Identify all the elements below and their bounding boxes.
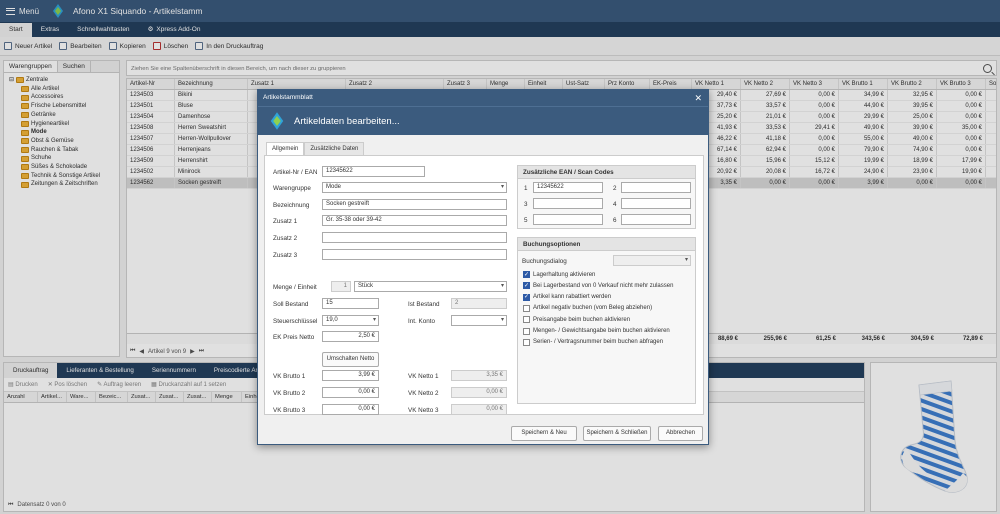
ek-label: EK Preis Netto <box>273 334 315 341</box>
cancel-button[interactable]: Abbrechen <box>658 426 703 441</box>
booking-options-box: Buchungsoptionen Buchungsdialog ✓Lagerha… <box>517 237 696 404</box>
ean-label: 6 <box>613 217 617 224</box>
warengruppe-label: Warengruppe <box>273 185 311 192</box>
booking-option-checkbox[interactable]: ✓ Bei Lagerbestand von 0 Verkauf nicht me… <box>523 282 674 290</box>
booking-option-checkbox[interactable]: Mengen- / Gewichtsangabe beim buchen akt… <box>523 327 670 335</box>
toggle-net-button[interactable]: Umschalten Netto <box>322 352 379 367</box>
menge-field[interactable]: 1 <box>331 281 351 292</box>
ean-label: 3 <box>524 201 528 208</box>
booking-option-checkbox[interactable]: Serien- / Vertragsnummer beim buchen abf… <box>523 338 664 346</box>
ean-box-title: Zusätzliche EAN / Scan Codes <box>518 166 695 179</box>
close-icon[interactable]: ✕ <box>694 90 702 106</box>
steuer-label: Steuerschlüssel <box>273 318 318 325</box>
tab-zusaetzliche-daten[interactable]: Zusätzliche Daten <box>304 142 365 155</box>
vkn2-label: VK Netto 2 <box>408 390 439 397</box>
vkn1-label: VK Netto 1 <box>408 373 439 380</box>
dialog-titlebar: Artikelstammblatt ✕ <box>258 90 708 106</box>
booking-option-checkbox[interactable]: ✓ Artikel kann rabattiert werden <box>523 293 612 301</box>
ean-label: 2 <box>613 185 617 192</box>
soll-label: Soll Bestand <box>273 301 309 308</box>
konto-select[interactable] <box>451 315 507 326</box>
dialog-form: Artikel-Nr / EAN 12345622 Warengruppe Mo… <box>264 155 704 415</box>
konto-label: Int. Konto <box>408 318 435 325</box>
booking-option-label: Mengen- / Gewichtsangabe beim buchen akt… <box>533 328 670 334</box>
app-logo-icon <box>270 112 284 130</box>
zusatz3-label: Zusatz 3 <box>273 252 298 259</box>
zusatz3-field[interactable] <box>322 249 507 260</box>
ean-label: 1 <box>524 185 528 192</box>
bezeichnung-label: Bezeichnung <box>273 202 310 209</box>
menge-label: Menge / Einheit <box>273 284 317 291</box>
article-dialog: Artikelstammblatt ✕ Artikeldaten bearbei… <box>257 89 709 445</box>
dialog-heading: Artikeldaten bearbeiten... <box>294 115 400 127</box>
einheit-select[interactable]: Stück <box>354 281 507 292</box>
vkn2-field: 0,00 € <box>451 387 507 398</box>
dialog-window-title: Artikelstammblatt <box>263 94 313 101</box>
zusatz2-label: Zusatz 2 <box>273 235 298 242</box>
vkb1-field[interactable]: 3,99 € <box>322 370 379 381</box>
booking-option-checkbox[interactable]: Preisangabe beim buchen aktivieren <box>523 316 631 324</box>
checkbox-icon: ✓ <box>523 271 530 278</box>
booking-option-label: Artikel negativ buchen (vom Beleg abzieh… <box>533 305 653 312</box>
ean-label: 4 <box>613 201 617 208</box>
artnr-label: Artikel-Nr / EAN <box>273 169 318 176</box>
ean-field-2[interactable] <box>621 182 691 193</box>
ean-field-1[interactable]: 12345622 <box>533 182 603 193</box>
ean-field-5[interactable] <box>533 214 603 225</box>
save-new-button[interactable]: Speichern & Neu <box>511 426 577 441</box>
booking-dialog-select[interactable] <box>613 255 691 266</box>
booking-option-label: Bei Lagerbestand von 0 Verkauf nicht meh… <box>533 282 674 289</box>
checkbox-icon: ✓ <box>523 282 530 290</box>
ek-field[interactable]: 2,50 € <box>322 331 379 342</box>
zusatz2-field[interactable] <box>322 232 507 243</box>
booking-option-checkbox[interactable]: ✓ Lagerhaltung aktivieren <box>523 271 595 278</box>
bezeichnung-field[interactable]: Socken gestreift <box>322 199 507 210</box>
save-close-button[interactable]: Speichern & Schließen <box>583 426 651 441</box>
tab-allgemein[interactable]: Allgemein <box>266 142 305 155</box>
steuer-select[interactable]: 19,0 <box>322 315 379 326</box>
zusatz1-label: Zusatz 1 <box>273 218 298 225</box>
booking-option-label: Serien- / Vertragsnummer beim buchen abf… <box>533 339 664 346</box>
ean-field-4[interactable] <box>621 198 691 209</box>
ean-field-6[interactable] <box>621 214 691 225</box>
zusatz1-field[interactable]: Gr. 35-38 oder 39-42 <box>322 215 507 226</box>
ist-label: Ist Bestand <box>408 301 440 308</box>
booking-options-title: Buchungsoptionen <box>518 238 695 251</box>
vkn3-field: 0,00 € <box>451 404 507 415</box>
warengruppe-select[interactable]: Mode <box>322 182 507 193</box>
checkbox-icon <box>523 338 530 346</box>
artnr-field[interactable]: 12345622 <box>322 166 425 177</box>
booking-option-label: Lagerhaltung aktivieren <box>533 271 596 278</box>
dialog-header: Artikeldaten bearbeiten... <box>258 106 708 135</box>
ean-field-3[interactable] <box>533 198 603 209</box>
booking-option-checkbox[interactable]: Artikel negativ buchen (vom Beleg abzieh… <box>523 304 653 312</box>
checkbox-icon <box>523 327 530 335</box>
vkb3-label: VK Brutto 3 <box>273 407 306 414</box>
checkbox-icon <box>523 304 530 312</box>
checkbox-icon: ✓ <box>523 293 530 301</box>
vkb1-label: VK Brutto 1 <box>273 373 306 380</box>
vkn3-label: VK Netto 3 <box>408 407 439 414</box>
vkn1-field: 3,35 € <box>451 370 507 381</box>
vkb2-label: VK Brutto 2 <box>273 390 306 397</box>
checkbox-icon <box>523 316 530 324</box>
vkb2-field[interactable]: 0,00 € <box>322 387 379 398</box>
ist-field: 2 <box>451 298 507 309</box>
ean-box: Zusätzliche EAN / Scan Codes 1 12345622 … <box>517 165 696 229</box>
booking-dialog-label: Buchungsdialog <box>522 258 567 265</box>
booking-option-label: Artikel kann rabattiert werden <box>533 294 612 301</box>
vkb3-field[interactable]: 0,00 € <box>322 404 379 415</box>
ean-label: 5 <box>524 217 528 224</box>
booking-option-label: Preisangabe beim buchen aktivieren <box>533 316 631 323</box>
soll-field[interactable]: 15 <box>322 298 379 309</box>
